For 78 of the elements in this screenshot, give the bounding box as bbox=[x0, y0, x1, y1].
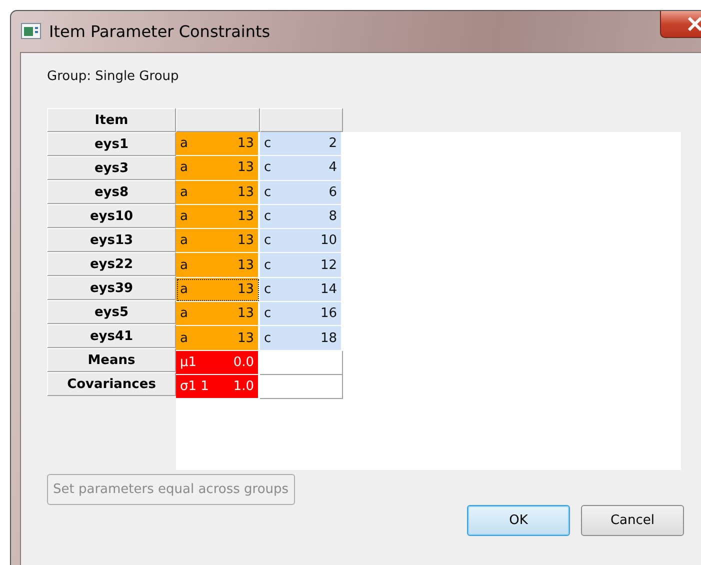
parameter-number: 2 bbox=[328, 136, 337, 152]
parameter-cell[interactable]: c 12 bbox=[260, 253, 343, 278]
row-header: eys10 bbox=[47, 204, 176, 228]
row-header: eys41 bbox=[47, 324, 176, 348]
parameter-cell[interactable]: c 2 bbox=[260, 132, 343, 156]
parameter-number: 13 bbox=[237, 330, 254, 346]
parameter-cell[interactable]: a 13 bbox=[176, 180, 260, 205]
parameter-number: 13 bbox=[237, 306, 254, 322]
parameter-cell[interactable]: c 8 bbox=[260, 204, 343, 230]
parameter-name: c bbox=[264, 258, 272, 273]
parameter-name: c bbox=[264, 330, 272, 346]
parameter-cell[interactable]: σ1 1 1.0 bbox=[176, 374, 260, 400]
parameter-cell[interactable]: µ1 0.0 bbox=[176, 350, 260, 375]
parameter-name: c bbox=[264, 136, 272, 152]
parameter-name: c bbox=[264, 306, 272, 322]
parameter-cell[interactable]: c 16 bbox=[260, 302, 343, 326]
dialog-button[interactable]: Cancel bbox=[581, 505, 684, 536]
parameter-number: 13 bbox=[237, 258, 254, 273]
parameter-number: 16 bbox=[320, 306, 337, 322]
parameter-number: 13 bbox=[237, 233, 254, 248]
parameter-name: c bbox=[264, 233, 272, 248]
parameter-number: 18 bbox=[320, 330, 337, 346]
parameter-name: c bbox=[264, 209, 272, 224]
parameter-cell[interactable]: c 18 bbox=[260, 326, 343, 351]
row-header: Means bbox=[47, 348, 176, 372]
parameter-number: 0.0 bbox=[233, 354, 254, 370]
group-label: Group: Single Group bbox=[47, 69, 180, 84]
parameter-name: µ1 bbox=[180, 354, 197, 370]
parameter-cell[interactable]: a 13 bbox=[176, 278, 260, 302]
parameter-cell[interactable]: a 13 bbox=[176, 229, 260, 254]
parameter-name: a bbox=[180, 258, 188, 273]
dialog-button[interactable]: OK bbox=[467, 505, 570, 536]
parameter-name: c bbox=[264, 160, 272, 176]
row-header: eys22 bbox=[47, 252, 176, 276]
parameter-cell[interactable]: a 13 bbox=[176, 302, 260, 326]
parameter-name: a bbox=[180, 282, 188, 297]
parameter-name: σ1 1 bbox=[180, 379, 209, 394]
parameter-name: a bbox=[180, 306, 188, 322]
parameter-number: 12 bbox=[320, 258, 337, 273]
parameter-cell[interactable]: a 13 bbox=[176, 326, 260, 351]
parameter-number: 13 bbox=[237, 282, 254, 297]
parameter-name: a bbox=[180, 160, 188, 176]
parameter-name: a bbox=[180, 330, 188, 346]
parameter-cell[interactable]: a 13 bbox=[176, 132, 260, 156]
parameter-number: 13 bbox=[237, 184, 254, 200]
parameter-cell[interactable]: a 13 bbox=[176, 204, 260, 230]
parameter-number: 13 bbox=[237, 136, 254, 152]
row-header: eys13 bbox=[47, 228, 176, 252]
parameter-number: 4 bbox=[328, 160, 337, 176]
row-header: eys39 bbox=[47, 276, 176, 300]
parameter-cell[interactable]: c 4 bbox=[260, 156, 343, 181]
parameter-cell[interactable]: c 14 bbox=[260, 278, 343, 302]
parameter-name: c bbox=[264, 184, 272, 200]
parameter-cell[interactable]: a 13 bbox=[176, 253, 260, 278]
window-icon bbox=[21, 23, 41, 39]
parameter-number: 1.0 bbox=[233, 379, 254, 394]
parameter-number: 8 bbox=[328, 209, 337, 224]
parameter-name: a bbox=[180, 136, 188, 152]
row-header: eys5 bbox=[47, 300, 176, 324]
column-header: Item bbox=[47, 108, 176, 132]
row-header: eys8 bbox=[47, 180, 176, 204]
parameter-number: 10 bbox=[320, 233, 337, 248]
parameter-name: a bbox=[180, 233, 188, 248]
parameter-number: 6 bbox=[328, 184, 337, 200]
parameter-name: c bbox=[264, 282, 272, 297]
row-header: eys3 bbox=[47, 156, 176, 180]
parameter-cell[interactable]: a 13 bbox=[176, 156, 260, 181]
parameter-number: 14 bbox=[320, 282, 337, 297]
row-header: eys1 bbox=[47, 132, 176, 156]
parameter-cell[interactable]: c 6 bbox=[260, 180, 343, 205]
parameter-name: a bbox=[180, 209, 188, 224]
parameter-name: a bbox=[180, 184, 188, 200]
row-header: Covariances bbox=[47, 372, 176, 396]
parameter-number: 13 bbox=[237, 160, 254, 176]
parameter-cell[interactable]: c 10 bbox=[260, 229, 343, 254]
close-icon bbox=[687, 17, 701, 31]
window-title: Item Parameter Constraints bbox=[49, 22, 272, 41]
parameter-number: 13 bbox=[237, 209, 254, 224]
